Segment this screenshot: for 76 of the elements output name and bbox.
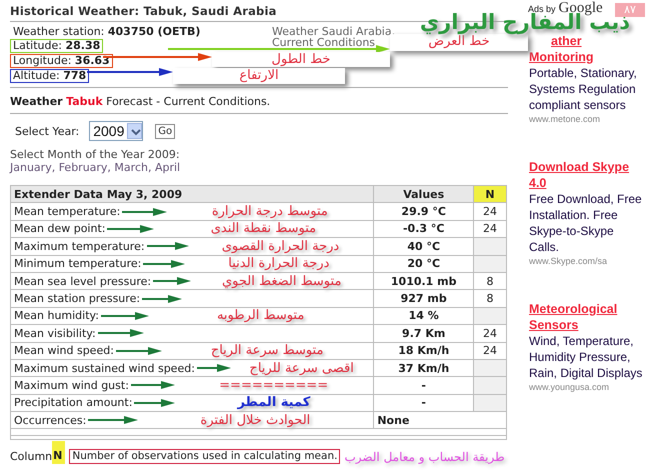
ad-url: www.metone.com [529, 113, 602, 125]
footer-label: Column [10, 450, 52, 464]
table-cell: 29.9 °C [374, 202, 474, 220]
annotation-note: درجة الحرارة القصوى [220, 238, 340, 254]
number-badge: ٨٧ [615, 3, 645, 17]
row-label: Minimum temperature: [14, 257, 142, 270]
table-cell: 40 °C [374, 238, 474, 256]
table-cell: 927 mb [374, 290, 474, 308]
annotation-note: طريقة الحساب و معامل الضرب [344, 450, 505, 464]
table-cell: 24 [474, 342, 506, 360]
coordinate-label: Latitude: 28.38 [10, 39, 104, 53]
table-cell: 1010.1 mb [374, 272, 474, 290]
ad-url: www.Skype.com/sa [529, 255, 608, 267]
annotation-note: درجة الحرارة الدنيا [227, 256, 330, 272]
annotation-note: خط العرض [390, 34, 528, 51]
annotation-note: خط الطول [212, 52, 390, 67]
row-label: Mean humidity: [14, 309, 99, 322]
row-label: Precipitation amount: [14, 396, 132, 410]
row-label: Mean wind speed: [14, 344, 114, 358]
table-cell: 14 % [374, 307, 474, 325]
station-line: Weather station: 403750 (OETB) [12, 26, 202, 38]
column-header: Extender Data May 3, 2009 [10, 186, 374, 203]
annotation-note: متوسط سرعة الرياح [210, 343, 324, 358]
annotation-note: الارتفاع [173, 68, 345, 84]
row-label: Maximum temperature: [14, 240, 145, 253]
side-link-text: Weather Saudi Arabia, [272, 26, 396, 37]
table-cell: 24 [474, 202, 506, 220]
footer-note: Number of observations used in calculating mean. [69, 449, 340, 464]
table-cell: - [374, 394, 474, 412]
table-cell: None [374, 412, 506, 429]
ad-url: www.youngusa.com [529, 381, 610, 393]
month-prompt: Select Month of the Year 2009: [10, 148, 181, 161]
table-cell: 18 Km/h [374, 342, 474, 360]
ad-description: Portable, Stationary, Systems Regulation compliant sensors [529, 65, 638, 113]
annotation-note: اقصى سرعة للرياح [248, 360, 355, 376]
annotation-note: متوسط نقطة الندى [210, 221, 318, 236]
ads-label: Ads by [528, 4, 556, 14]
go-button[interactable]: Go [155, 124, 176, 138]
annotation-note: متوسط الضغط الجوي [221, 274, 342, 289]
row-label: Mean station pressure: [14, 292, 140, 306]
table-cell: 37 Km/h [374, 359, 474, 377]
row-label: Mean temperature: [14, 205, 120, 218]
ad-title-link[interactable]: ather Monitoring [529, 33, 647, 65]
forecast-line: Weather Tabuk Forecast - Current Conditions. [10, 95, 270, 108]
ad-description: Free Download, Free Installation. Free Skype-to-Skype Calls. [529, 191, 643, 255]
annotation-note: ========== [218, 378, 330, 393]
ad-description: Wind, Temperature, Humidity Pressure, Rain, Digital Displays [529, 333, 644, 381]
select-year-label: Select Year: [15, 124, 80, 138]
column-header: N [474, 186, 506, 203]
annotation-note: كمية المطر [236, 395, 312, 410]
annotation-note: الحوادث خلال الفترة [199, 412, 312, 428]
table-cell: -0.3 °C [374, 220, 474, 238]
row-label: Occurrences: [14, 414, 86, 427]
table-cell: 20 °C [374, 255, 474, 272]
google-label: Google [558, 0, 603, 16]
table-cell: - [374, 376, 474, 394]
table-cell: 8 [474, 272, 506, 290]
table-cell: 24 [474, 324, 506, 342]
page-title: Historical Weather: Tabuk, Saudi Arabia [10, 4, 277, 18]
coordinate-label: Altitude: 778 [10, 69, 90, 83]
annotation-note: متوسط درجة الحرارة [210, 204, 329, 220]
annotation-note: متوسط الرطوبه [216, 308, 306, 324]
column-header: Values [374, 186, 474, 203]
row-label: Mean dew point: [14, 222, 106, 236]
ad-title-link[interactable]: Download Skype 4.0 [529, 159, 647, 191]
row-label: Mean sea level pressure: [14, 274, 152, 288]
column-key: N [52, 441, 66, 464]
table-cell: 9.7 Km [374, 324, 474, 342]
row-label: Mean visibility: [14, 326, 96, 340]
year-select[interactable]: 2009 [89, 121, 144, 141]
month-links[interactable]: January, February, March, April [10, 161, 180, 174]
table-cell: 8 [474, 290, 506, 308]
row-label: Maximum sustained wind speed: [14, 362, 195, 375]
side-link-text: Current Conditions [272, 37, 376, 48]
row-label: Maximum wind gust: [14, 378, 129, 392]
ad-title-link[interactable]: Meteorological Sensors [529, 301, 647, 333]
